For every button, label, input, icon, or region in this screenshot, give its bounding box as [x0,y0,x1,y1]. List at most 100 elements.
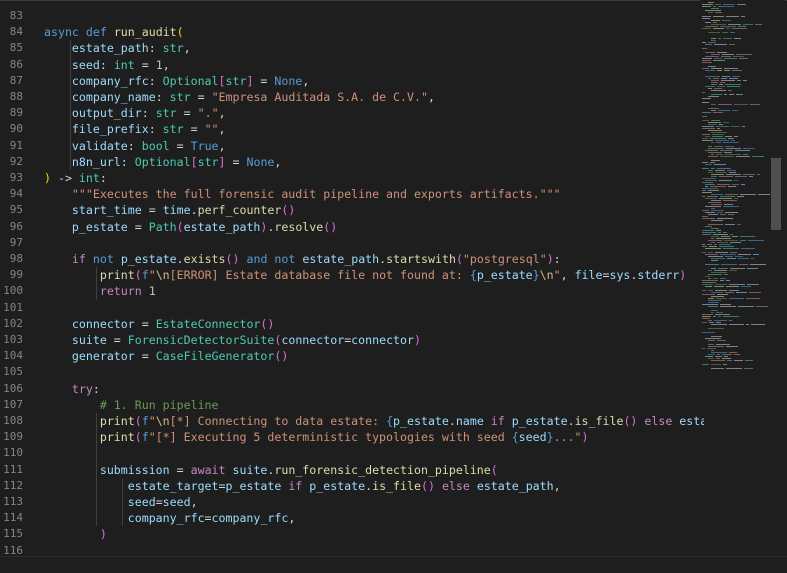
minimap-line [708,148,724,149]
code-line[interactable]: seed=seed, [44,494,198,510]
code-token: p_estate [393,414,449,428]
line-number: 87 [9,73,23,87]
minimap-line [724,70,730,71]
code-token: } [532,268,540,283]
code-token: : [155,90,170,104]
code-line[interactable]: validate: bool = True, [44,138,226,154]
minimap-line [702,48,707,49]
minimap-line [716,322,721,323]
minimap-line [707,196,718,197]
code-line[interactable]: seed: int = 1, [44,57,170,73]
code-token: [ [190,154,198,169]
code-token: def [85,25,107,40]
code-token: ) [44,171,51,185]
minimap-line [726,174,741,175]
code-line[interactable]: if not p_estate.exists() and not estate_… [44,251,561,267]
minimap-line [702,168,709,169]
minimap-line [736,94,743,95]
line-number: 93 [9,171,23,184]
code-token: print [99,430,135,445]
code-token: ( [134,414,142,428]
code-token: } [546,430,554,445]
code-line[interactable]: suite = ForensicDetectorSuite(connector=… [44,332,421,348]
code-line[interactable]: print(f"\n[*] Connecting to data estate:… [44,413,704,429]
code-line[interactable]: try: [44,381,100,397]
minimap-line [724,240,738,241]
code-line[interactable]: file_prefix: str = "", [44,121,226,137]
code-line[interactable]: return 1 [44,283,156,299]
code-editor[interactable]: 83 84 85 86 87 88 89 90 91 92 93 94 95 96 97 98 99 100 101… [0,0,787,573]
code-line[interactable]: generator = CaseFileGenerator() [44,348,288,364]
code-area[interactable]: async def run_audit( estate_path: str, s… [44,0,704,556]
minimap-line [713,278,718,279]
code-line[interactable]: connector = EstateConnector() [44,316,274,332]
code-line[interactable]: submission = await suite.run_forensic_de… [44,462,498,478]
code-line[interactable]: n8n_url: Optional[str] = None, [44,154,281,170]
minimap-line [715,4,721,5]
code-line[interactable]: estate_target=p_estate if p_estate.is_fi… [44,478,561,494]
minimap-line [702,332,715,333]
minimap-line [710,138,726,139]
code-token: EstateConnector [155,316,261,331]
code-token: None [246,154,275,169]
minimap-line [713,112,723,113]
minimap-line [720,26,736,27]
minimap-line [715,252,728,253]
minimap-line [702,218,715,219]
vertical-scrollbar-thumb[interactable] [771,158,781,230]
code-token: p_estate [225,478,282,493]
code-line[interactable]: print(f"\n[ERROR] Estate database file n… [44,267,686,283]
minimap-line [702,102,709,103]
code-line[interactable]: company_name: str = "Empresa Auditada S.… [44,89,435,105]
minimap-line [715,290,727,291]
minimap-line [738,258,749,259]
code-token: sys [609,268,631,283]
minimap-line [705,254,718,255]
minimap-line [728,138,734,139]
minimap-line [711,312,714,313]
minimap-line [723,248,739,249]
code-line[interactable]: estate_path: str, [44,40,191,56]
minimap-line [732,110,738,111]
code-token: suite [232,462,268,477]
code-token: " [148,414,156,428]
code-token: "postgresql" [462,252,547,266]
code-token: \n [155,268,170,283]
code-line[interactable]: print(f"[*] Executing 5 deterministic ty… [44,429,589,445]
code-line[interactable]: """Executes the full forensic audit pipe… [44,186,561,202]
code-token: startswith [386,252,456,266]
code-token: { [386,414,394,428]
code-line[interactable]: output_dir: str = ".", [44,105,226,121]
minimap-line [740,194,756,195]
minimap-line [715,172,727,173]
code-line[interactable]: async def run_audit( [44,24,184,40]
minimap-line [708,298,714,299]
code-token: ) [581,430,589,445]
code-line[interactable]: ) -> int: [44,170,107,186]
vertical-scrollbar-track[interactable] [771,0,785,556]
minimap-line [705,22,711,23]
code-token: ForensicDetectorSuite [127,333,275,347]
minimap-line [736,156,750,157]
minimap-line [750,104,760,105]
minimap-line [718,104,732,105]
minimap-line [705,180,717,181]
code-line[interactable]: start_time = time.perf_counter() [44,202,295,218]
minimap-line [708,344,714,345]
minimap[interactable] [700,0,772,372]
code-line[interactable]: # 1. Run pipeline [44,397,219,413]
minimap-line [736,292,747,293]
code-line[interactable]: company_rfc=company_rfc, [44,510,296,526]
line-number: 104 [3,349,23,363]
code-line[interactable]: company_rfc: Optional[str] = None, [44,73,309,89]
code-token: = [134,316,156,331]
minimap-line [717,70,722,71]
code-line[interactable]: ) [44,526,107,542]
code-token: resolve [274,219,324,234]
horizontal-scrollbar[interactable] [0,556,787,573]
minimap-line [732,184,739,185]
code-line[interactable]: p_estate = Path(estate_path).resolve() [44,219,337,235]
